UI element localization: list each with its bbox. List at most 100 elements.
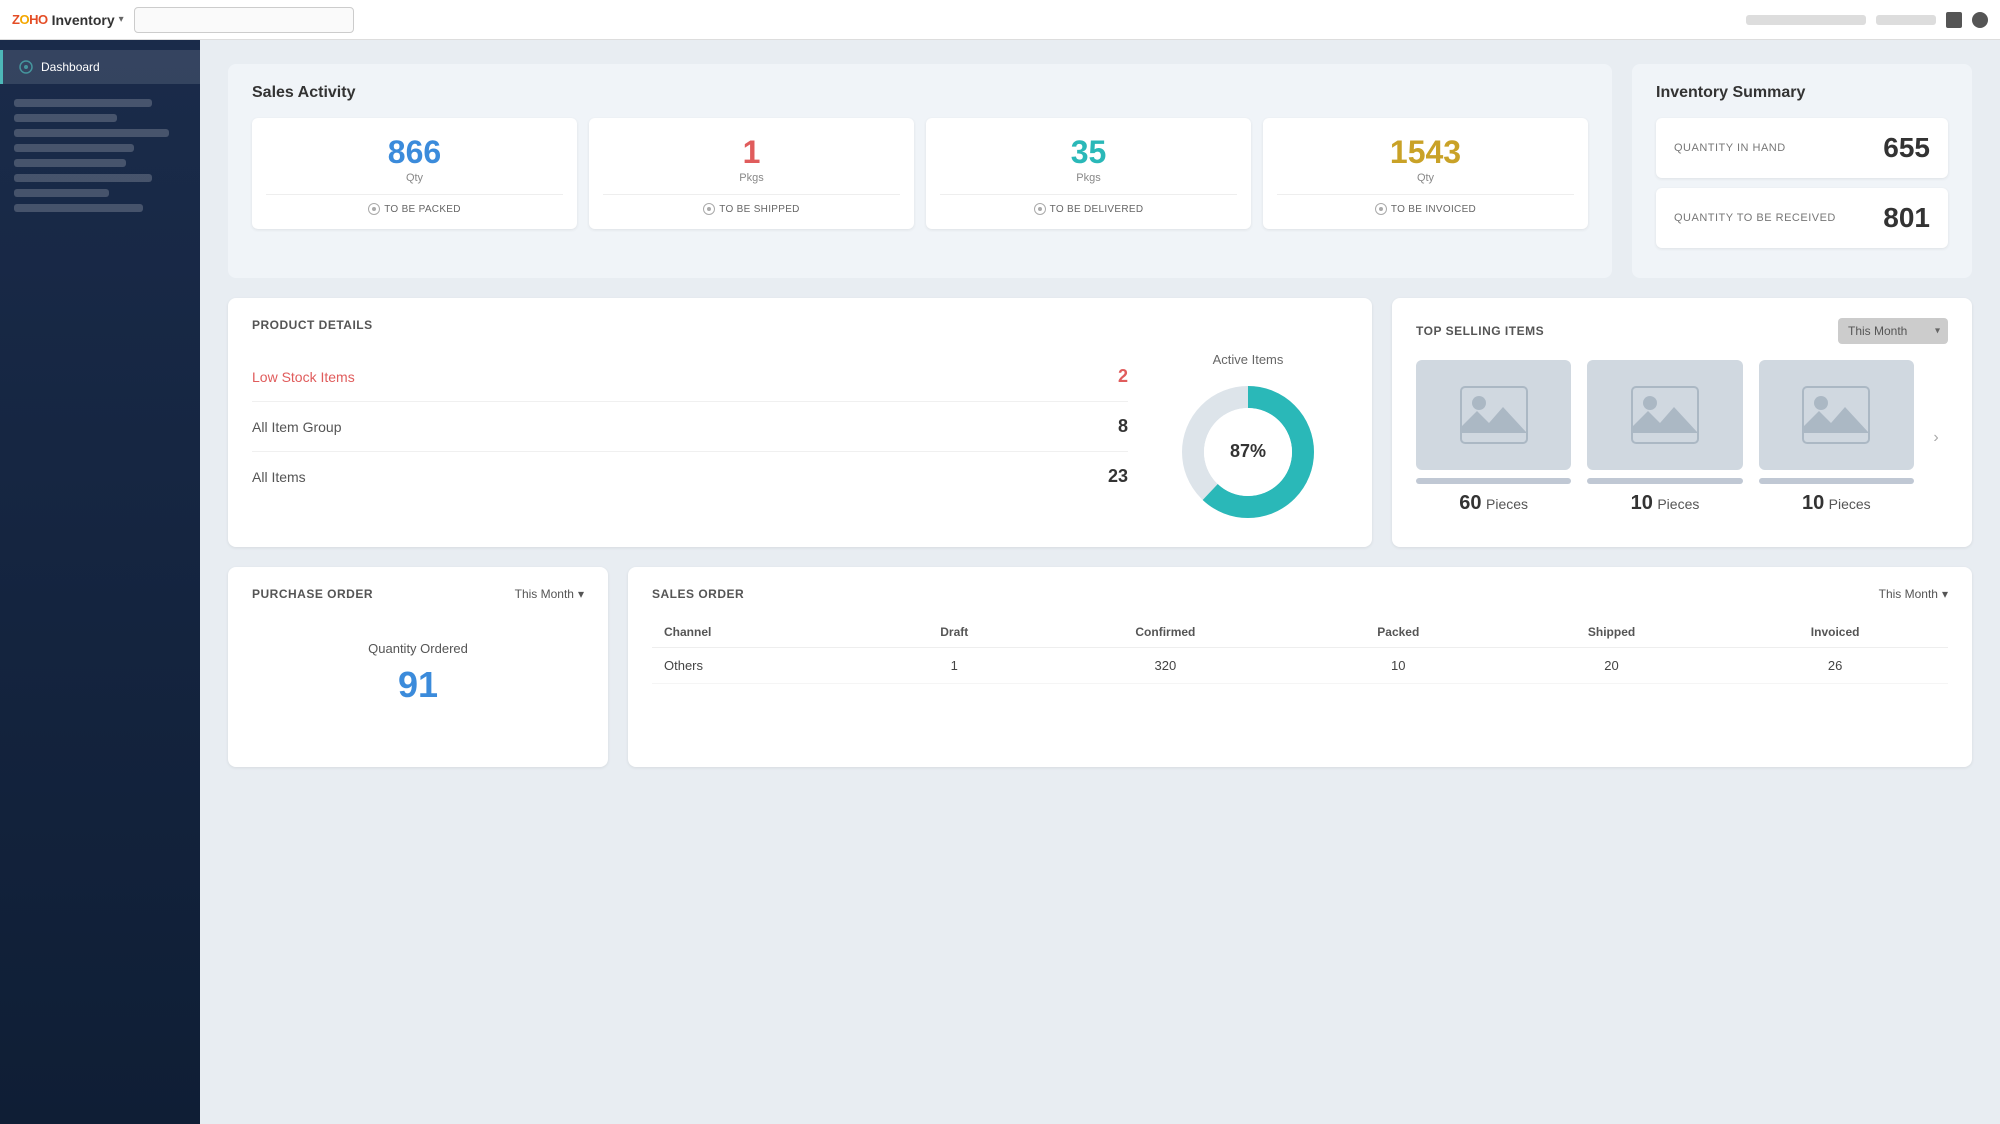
- qty-to-receive-value: 801: [1883, 202, 1930, 234]
- sidebar-nav-bar[interactable]: [14, 174, 152, 182]
- row-invoiced: 26: [1722, 648, 1948, 684]
- top-selling-filter[interactable]: This Month: [1838, 318, 1948, 344]
- app-title: Inventory: [52, 12, 115, 28]
- zoho-logo: ZOHO: [12, 12, 48, 27]
- shipped-unit: Pkgs: [603, 172, 900, 184]
- image-placeholder-icon: [1459, 385, 1529, 445]
- top-item-1: 60 Pieces: [1416, 360, 1571, 515]
- top-item-3: 10 Pieces: [1759, 360, 1914, 515]
- inventory-summary-title: Inventory Summary: [1656, 84, 1948, 102]
- inventory-summary-panel: Inventory Summary QUANTITY IN HAND 655 Q…: [1632, 64, 1972, 278]
- item-image-2: [1587, 360, 1742, 470]
- sales-order-table: Channel Draft Confirmed Packed Shipped I…: [652, 617, 1948, 684]
- sales-activity-panel: Sales Activity 866 Qty TO BE PACKED 1 Pk…: [228, 64, 1612, 278]
- image-placeholder-icon-3: [1801, 385, 1871, 445]
- table-header-row: Channel Draft Confirmed Packed Shipped I…: [652, 617, 1948, 648]
- donut-label: Active Items: [1213, 352, 1284, 367]
- sidebar-nav-bar[interactable]: [14, 159, 126, 167]
- activity-card-invoiced[interactable]: 1543 Qty TO BE INVOICED: [1263, 118, 1588, 229]
- activity-card-packed[interactable]: 866 Qty TO BE PACKED: [252, 118, 577, 229]
- col-packed: Packed: [1296, 617, 1501, 648]
- po-qty-label: Quantity Ordered: [252, 641, 584, 656]
- row-shipped: 20: [1501, 648, 1723, 684]
- product-details-inner: Low Stock Items 2 All Item Group 8 All I…: [252, 352, 1348, 527]
- item-qty-1: 60 Pieces: [1416, 492, 1571, 515]
- po-filter[interactable]: This Month ▾: [515, 587, 584, 601]
- main-content: Sales Activity 866 Qty TO BE PACKED 1 Pk…: [200, 40, 2000, 1124]
- donut-container: Active Items 87%: [1148, 352, 1348, 527]
- col-invoiced: Invoiced: [1722, 617, 1948, 648]
- invoiced-icon: [1375, 203, 1387, 215]
- product-details-title: PRODUCT DETAILS: [252, 318, 1348, 332]
- item-group-value: 8: [1118, 416, 1128, 437]
- invoiced-unit: Qty: [1277, 172, 1574, 184]
- so-header: SALES ORDER This Month ▾: [652, 587, 1948, 601]
- row-channel: Others: [652, 648, 874, 684]
- donut-percentage: 87%: [1230, 441, 1266, 461]
- all-items-row: All Items 23: [252, 452, 1128, 501]
- title-dropdown-arrow[interactable]: ▾: [119, 14, 124, 25]
- po-filter-arrow: ▾: [578, 587, 584, 601]
- delivered-icon: [1034, 203, 1046, 215]
- po-qty-value: 91: [252, 664, 584, 706]
- packed-label: TO BE PACKED: [266, 194, 563, 215]
- item-group-row: All Item Group 8: [252, 402, 1128, 452]
- top-selling-title: TOP SELLING ITEMS: [1416, 324, 1544, 338]
- po-content: Quantity Ordered 91: [252, 621, 584, 726]
- sidebar-nav-bar[interactable]: [14, 99, 152, 107]
- activity-card-delivered[interactable]: 35 Pkgs TO BE DELIVERED: [926, 118, 1251, 229]
- packed-number: 866: [266, 136, 563, 168]
- item-bar-3: [1759, 478, 1914, 484]
- sidebar-item-dashboard[interactable]: Dashboard: [0, 50, 200, 84]
- qty-in-hand-card: QUANTITY IN HAND 655: [1656, 118, 1948, 178]
- main-layout: Dashboard Sales Activity 866 Qty: [0, 40, 2000, 1124]
- item-qty-3: 10 Pieces: [1759, 492, 1914, 515]
- image-placeholder-icon-2: [1630, 385, 1700, 445]
- search-input[interactable]: [134, 7, 354, 33]
- purchase-order-panel: PURCHASE ORDER This Month ▾ Quantity Ord…: [228, 567, 608, 767]
- qty-to-receive-card: QUANTITY TO BE RECEIVED 801: [1656, 188, 1948, 248]
- dashboard-icon: [19, 60, 33, 74]
- shipped-label: TO BE SHIPPED: [603, 194, 900, 215]
- po-header: PURCHASE ORDER This Month ▾: [252, 587, 584, 601]
- low-stock-row[interactable]: Low Stock Items 2: [252, 352, 1128, 402]
- sales-activity-title: Sales Activity: [252, 84, 1588, 102]
- delivered-number: 35: [940, 136, 1237, 168]
- top-selling-panel: TOP SELLING ITEMS This Month: [1392, 298, 1972, 547]
- sidebar-nav-bar[interactable]: [14, 204, 143, 212]
- invoiced-label: TO BE INVOICED: [1277, 194, 1574, 215]
- product-stats: Low Stock Items 2 All Item Group 8 All I…: [252, 352, 1128, 527]
- col-draft: Draft: [874, 617, 1035, 648]
- sidebar-nav-items: [0, 84, 200, 227]
- activity-cards: 866 Qty TO BE PACKED 1 Pkgs TO BE SHIPPE…: [252, 118, 1588, 229]
- activity-card-shipped[interactable]: 1 Pkgs TO BE SHIPPED: [589, 118, 914, 229]
- sales-order-panel: SALES ORDER This Month ▾ Channel Draft C…: [628, 567, 1972, 767]
- po-title: PURCHASE ORDER: [252, 587, 373, 601]
- top-item-2: 10 Pieces: [1587, 360, 1742, 515]
- sidebar-nav-bar[interactable]: [14, 129, 169, 137]
- grid-icon[interactable]: [1946, 12, 1962, 28]
- top-row: Sales Activity 866 Qty TO BE PACKED 1 Pk…: [228, 64, 1972, 278]
- topbar-right: [1746, 12, 1988, 28]
- next-arrow[interactable]: ›: [1924, 426, 1948, 450]
- qty-in-hand-value: 655: [1883, 132, 1930, 164]
- sidebar-nav-bar[interactable]: [14, 144, 134, 152]
- row-confirmed: 320: [1035, 648, 1296, 684]
- sidebar-nav-bar[interactable]: [14, 114, 117, 122]
- item-image-3: [1759, 360, 1914, 470]
- donut-chart: 87%: [1173, 377, 1323, 527]
- col-confirmed: Confirmed: [1035, 617, 1296, 648]
- row-draft: 1: [874, 648, 1035, 684]
- user-avatar[interactable]: [1972, 12, 1988, 28]
- top-items-grid: 60 Pieces: [1416, 360, 1914, 515]
- so-filter[interactable]: This Month ▾: [1879, 587, 1948, 601]
- user-placeholder: [1746, 15, 1866, 25]
- shipped-icon: [703, 203, 715, 215]
- middle-row: PRODUCT DETAILS Low Stock Items 2 All It…: [228, 298, 1972, 547]
- invoiced-number: 1543: [1277, 136, 1574, 168]
- packed-icon: [368, 203, 380, 215]
- item-qty-2: 10 Pieces: [1587, 492, 1742, 515]
- sidebar-nav-bar[interactable]: [14, 189, 109, 197]
- top-selling-filter-wrapper[interactable]: This Month: [1838, 318, 1948, 344]
- low-stock-label[interactable]: Low Stock Items: [252, 369, 355, 385]
